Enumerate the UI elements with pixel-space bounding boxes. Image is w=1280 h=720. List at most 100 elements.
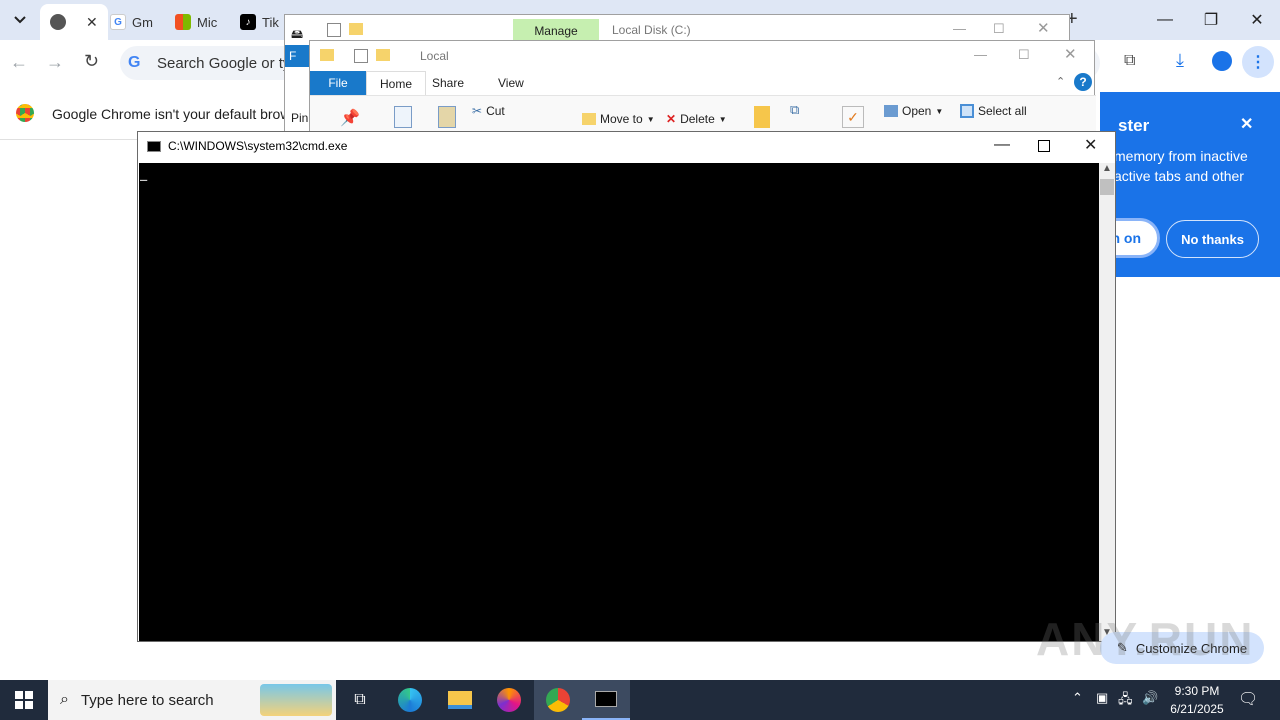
infobar-text: Google Chrome isn't your default browse (52, 106, 306, 122)
reload-icon[interactable]: ↻ (84, 51, 99, 72)
move-folder-icon (582, 113, 596, 125)
select-all-button[interactable]: Select all (960, 104, 1027, 118)
close-button[interactable]: ✕ (1064, 45, 1077, 63)
scissors-icon: ✂ (472, 104, 483, 118)
task-view-icon[interactable]: ⧉ (336, 680, 384, 720)
ribbon-tab-home[interactable]: Home (366, 71, 426, 95)
tab-label: Mic (197, 14, 218, 30)
device-icon[interactable]: ▣ (1096, 690, 1108, 706)
popup-title: ster (1118, 116, 1150, 135)
clock-time[interactable]: 9:30 PM (1172, 684, 1222, 698)
folder-icon (320, 49, 334, 61)
memory-saver-popup: ster ✕ memory from inactive active tabs … (1080, 92, 1280, 277)
close-button[interactable]: ✕ (1037, 19, 1050, 37)
copy-icon[interactable] (394, 106, 412, 128)
ribbon-tab-share[interactable]: Share (432, 76, 464, 90)
file-explorer-icon[interactable] (436, 680, 484, 720)
tab-label: Gm (132, 14, 153, 30)
extensions-icon[interactable]: ⧉ (1124, 52, 1135, 70)
pin-icon[interactable]: 📌 (340, 108, 360, 128)
popup-body-line2: active tabs and other (1114, 168, 1244, 184)
no-thanks-button[interactable]: No thanks (1166, 220, 1259, 258)
collapse-ribbon-icon[interactable]: ⌃ (1056, 75, 1065, 88)
taskbar-search-box[interactable]: ⌕ Type here to search (48, 680, 336, 720)
edge-icon[interactable] (386, 680, 434, 720)
cut-button[interactable]: ✂ Cut (472, 104, 505, 118)
minimize-button[interactable]: — (994, 136, 1010, 154)
minimize-button[interactable]: — (953, 21, 966, 36)
properties-check-icon[interactable] (354, 49, 368, 63)
open-button[interactable]: Open ▼ (884, 104, 943, 118)
notifications-icon[interactable]: 🗨 (1238, 689, 1258, 709)
properties-check-icon[interactable] (327, 23, 341, 37)
cmd-console[interactable]: _ (139, 163, 1099, 641)
chrome-logo-icon (16, 104, 34, 122)
delete-x-icon: ✕ (666, 112, 677, 126)
cmd-title: C:\WINDOWS\system32\cmd.exe (168, 139, 348, 153)
cmd-window: C:\WINDOWS\system32\cmd.exe — ✕ _ ▲ ▼ (137, 131, 1116, 642)
start-windows-icon[interactable] (0, 680, 48, 720)
search-placeholder: Type here to search (80, 691, 214, 709)
omnibox-placeholder: Search Google or typ (157, 55, 299, 72)
new-folder-icon[interactable] (376, 49, 390, 61)
tab-active[interactable]: ✕ (40, 4, 108, 40)
pin-label: Pin (291, 111, 309, 125)
tiktok-favicon-icon: ♪ (240, 14, 256, 30)
popup-close-icon[interactable]: ✕ (1240, 114, 1253, 134)
new-item-icon[interactable]: ⧉ (790, 102, 799, 118)
minimize-button[interactable]: — (1142, 0, 1188, 40)
minimize-button[interactable]: — (974, 47, 987, 62)
ribbon-tab-view[interactable]: View (498, 76, 524, 90)
show-hidden-icons-icon[interactable]: ⌃ (1072, 690, 1083, 706)
firefox-icon[interactable] (485, 680, 533, 720)
popup-body-line1: memory from inactive (1114, 148, 1248, 164)
tab-gmail[interactable]: G Gm (110, 8, 153, 36)
file-tab[interactable]: F (285, 45, 311, 67)
tab-search-chevron-icon[interactable] (8, 8, 32, 32)
volume-icon[interactable]: 🔊 (1142, 690, 1158, 706)
chrome-favicon-icon (50, 14, 66, 30)
tab-tiktok[interactable]: ♪ Tik (240, 8, 279, 36)
tab-label: Tik (262, 14, 279, 30)
google-favicon-icon: G (110, 14, 126, 30)
ribbon-body: 📌 ✂ Cut Move to ▼ ✕ Delete ▼ ⧉ ✓ Open ▼ Selec… (310, 95, 1096, 135)
search-highlight-image (260, 684, 332, 716)
tab-microsoft[interactable]: Mic (175, 8, 217, 36)
paste-icon[interactable] (438, 106, 456, 128)
ribbon-tab-file[interactable]: File (310, 71, 366, 95)
search-icon: ⌕ (60, 691, 69, 708)
folder-icon (349, 23, 363, 35)
drive-icon: 🖴 (291, 27, 304, 41)
maximize-button[interactable]: ☐ (993, 21, 1005, 37)
profile-avatar[interactable] (1212, 51, 1232, 71)
cmd-scrollbar[interactable]: ▲ ▼ (1099, 163, 1115, 641)
back-arrow-icon[interactable]: ← (10, 52, 28, 73)
chrome-taskbar-icon[interactable] (534, 680, 582, 720)
select-all-icon (960, 104, 974, 118)
properties-large-icon[interactable]: ✓ (842, 106, 864, 128)
network-icon[interactable]: 🖧 (1118, 690, 1133, 712)
close-button[interactable]: ✕ (1234, 0, 1280, 40)
windows-taskbar: ⌕ Type here to search ⧉ ⌃ ▣ 🖧 🔊 9:30 PM … (0, 680, 1280, 720)
watermark: ANY.RUN (1036, 613, 1255, 665)
cmd-taskbar-icon[interactable] (582, 680, 630, 720)
scroll-thumb[interactable] (1100, 179, 1114, 195)
explorer-back-title: Local Disk (C:) (612, 23, 691, 37)
close-button[interactable]: ✕ (1084, 135, 1097, 155)
scroll-up-icon[interactable]: ▲ (1102, 163, 1112, 174)
cmd-cursor: _ (140, 167, 148, 181)
chrome-menu-icon[interactable]: ⋮ (1242, 46, 1274, 78)
cmd-icon (147, 141, 161, 152)
close-tab-icon[interactable]: ✕ (86, 14, 98, 31)
restore-button[interactable]: ❐ (1188, 0, 1234, 40)
microsoft-favicon-icon (175, 14, 191, 30)
clock-date[interactable]: 6/21/2025 (1166, 702, 1228, 716)
download-icon[interactable]: ⤓ (1176, 50, 1184, 71)
maximize-button[interactable]: ☐ (1018, 47, 1030, 63)
forward-arrow-icon[interactable]: → (46, 52, 64, 73)
move-to-button[interactable]: Move to ▼ (582, 112, 655, 126)
maximize-button[interactable] (1038, 140, 1050, 152)
delete-button[interactable]: ✕ Delete ▼ (666, 112, 727, 126)
help-icon[interactable]: ? (1074, 73, 1092, 91)
new-folder-large-icon[interactable] (754, 106, 770, 128)
